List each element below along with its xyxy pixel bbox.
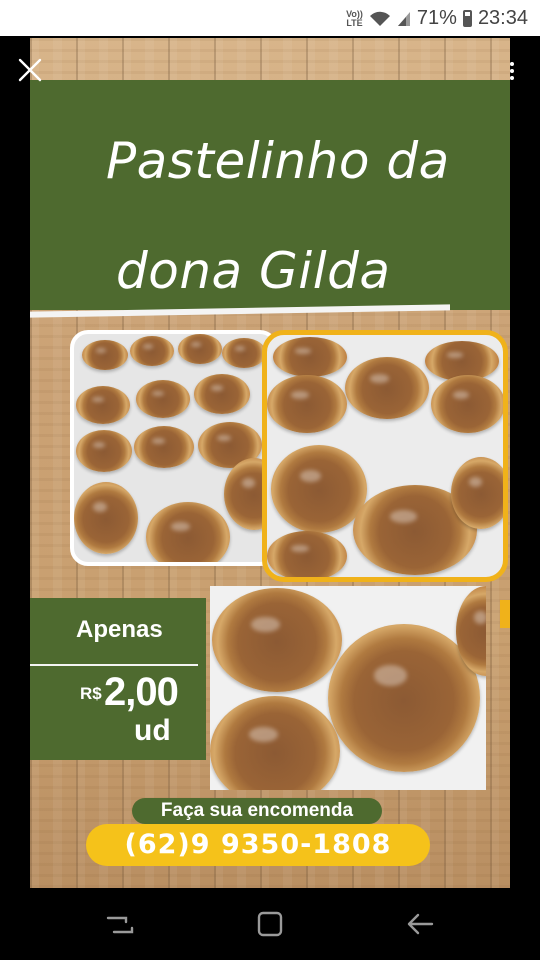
price-amount: 2,00 (104, 670, 179, 714)
price-unit: ud (134, 714, 171, 747)
title-banner: Pastelinho da dona Gilda (30, 80, 510, 310)
status-bar: Vo)) LTE 71% 23:34 (0, 0, 540, 36)
price-box: Apenas R$ 2,00 ud (30, 598, 206, 760)
tray-of-pastries-photo (70, 330, 278, 566)
recent-apps-icon[interactable] (104, 908, 136, 940)
price-currency: R$ (80, 684, 102, 703)
pastry-macro-photo (210, 586, 486, 790)
price-label: Apenas (76, 616, 163, 643)
phone-number[interactable]: (62)9 9350-1808 (86, 824, 430, 866)
clock: 23:34 (477, 7, 528, 29)
price-divider (30, 664, 198, 666)
home-icon[interactable] (254, 908, 286, 940)
yellow-accent-tab (500, 600, 510, 628)
volte-icon: Vo)) LTE (346, 8, 363, 28)
navigation-bar (0, 888, 540, 960)
signal-icon (397, 11, 410, 26)
wifi-icon (369, 11, 390, 26)
title-line-2: dona Gilda (116, 242, 391, 300)
back-icon[interactable] (404, 908, 436, 940)
order-label: Faça sua encomenda (132, 798, 382, 824)
status-icons: Vo)) LTE 71% 23:34 (346, 7, 528, 30)
title-line-1: Pastelinho da (106, 132, 450, 190)
battery-icon (462, 10, 472, 27)
more-options-icon[interactable] (508, 62, 516, 82)
pastries-closeup-photo (262, 330, 508, 582)
story-viewer[interactable]: Pastelinho da dona Gilda Apenas R$ 2,00 … (30, 38, 510, 888)
battery-percent: 71% (416, 7, 457, 29)
close-icon[interactable] (16, 56, 44, 84)
